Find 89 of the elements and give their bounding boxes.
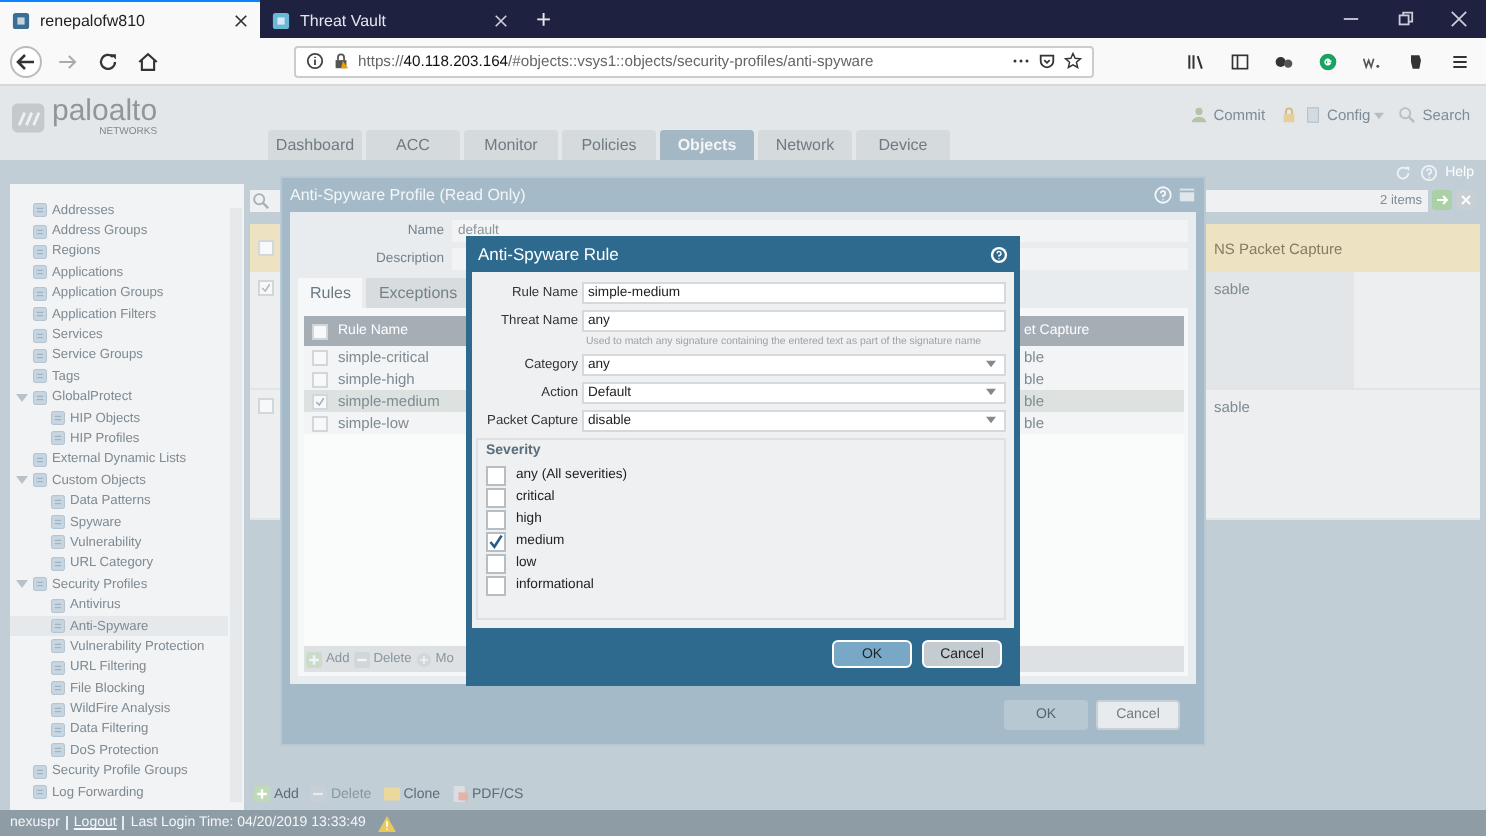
nav-tab[interactable]: Network	[758, 130, 852, 160]
scrollbar[interactable]	[230, 208, 242, 802]
page-icon	[32, 368, 48, 385]
page-icon	[50, 721, 66, 738]
page-icon	[32, 243, 48, 260]
page-icon	[50, 680, 66, 697]
lock-icon[interactable]	[332, 52, 350, 70]
page-icon	[50, 597, 66, 614]
search-icon	[1398, 106, 1417, 124]
logo-icon	[12, 99, 48, 135]
expand-arrow-icon[interactable]	[16, 578, 28, 591]
help-icon[interactable]	[990, 245, 1008, 263]
nav-tab[interactable]: Objects	[660, 130, 754, 160]
clear-icon[interactable]	[1456, 190, 1476, 210]
back-icon[interactable]	[10, 45, 42, 77]
page-icon	[32, 389, 48, 406]
tool-icon	[254, 786, 270, 802]
page-icon	[50, 701, 66, 718]
help-icon	[1419, 163, 1438, 181]
page-icon	[50, 638, 66, 655]
tool-icon	[383, 786, 400, 802]
warning-icon[interactable]	[377, 815, 396, 831]
page-icon	[50, 742, 66, 759]
nav-tab[interactable]: Device	[856, 130, 950, 160]
person-icon	[1189, 106, 1208, 124]
caret-icon	[1374, 111, 1385, 119]
browser-tab[interactable]: Threat Vault	[260, 0, 520, 38]
checkbox[interactable]	[486, 553, 506, 573]
search-icon	[252, 192, 270, 210]
page-icon	[32, 576, 48, 593]
maximize-icon[interactable]	[1178, 186, 1196, 204]
page-icon	[32, 327, 48, 344]
dialog-title: Anti-Spyware Profile (Read Only)	[290, 186, 526, 204]
checkbox[interactable]	[486, 531, 506, 551]
page-icon	[32, 451, 48, 468]
caret-icon	[986, 416, 996, 424]
pocket-icon[interactable]	[1038, 52, 1056, 70]
tool-icon	[415, 651, 432, 667]
extension-icon[interactable]	[1406, 51, 1426, 71]
tool-icon	[353, 651, 370, 667]
page-icon	[32, 285, 48, 302]
page-icon	[32, 784, 48, 801]
checkbox[interactable]	[258, 280, 274, 296]
tool-icon	[452, 786, 468, 802]
page-icon	[32, 306, 48, 323]
page-icon	[32, 223, 48, 240]
dialog-tab[interactable]: Rules	[298, 278, 363, 308]
nav-tab[interactable]: Dashboard	[268, 130, 362, 160]
page-icon	[50, 430, 66, 447]
page-icon	[50, 659, 66, 676]
info-icon[interactable]	[306, 52, 324, 70]
expand-arrow-icon[interactable]	[16, 391, 28, 404]
document-icon	[1303, 106, 1322, 124]
expand-arrow-icon[interactable]	[16, 474, 28, 487]
page-icon	[32, 347, 48, 364]
checkbox[interactable]	[312, 393, 328, 409]
browser-tab[interactable]: renepalofw810	[0, 0, 260, 38]
close-icon[interactable]	[234, 13, 248, 27]
checkbox[interactable]	[486, 487, 506, 507]
go-icon[interactable]	[1432, 190, 1452, 210]
dialog-title: Anti-Spyware Rule	[478, 244, 619, 264]
nav-tab[interactable]: Policies	[562, 130, 656, 160]
page-icon	[32, 763, 48, 780]
refresh-icon[interactable]	[1393, 163, 1412, 181]
home-icon[interactable]	[134, 47, 162, 75]
nav-tab[interactable]: Monitor	[464, 130, 558, 160]
page-icon	[32, 264, 48, 281]
checkbox[interactable]	[486, 509, 506, 529]
menu-icon[interactable]	[1450, 51, 1470, 71]
page-icon	[32, 472, 48, 489]
star-icon[interactable]	[1064, 52, 1082, 70]
logo-text: paloalto	[52, 96, 158, 126]
checkbox[interactable]	[486, 575, 506, 595]
page-icon	[50, 514, 66, 531]
restore-icon[interactable]	[1396, 10, 1414, 28]
checkbox[interactable]	[486, 465, 506, 485]
tool-icon	[306, 651, 322, 667]
page-icon	[50, 618, 66, 634]
nav-tab[interactable]: ACC	[366, 130, 460, 160]
extension-icon[interactable]	[1274, 51, 1294, 71]
page-icon	[50, 555, 66, 572]
sidebar-icon[interactable]	[1230, 51, 1250, 71]
dialog-tab[interactable]: Exceptions	[366, 278, 470, 308]
page-icon	[32, 202, 48, 219]
page-icon	[50, 534, 66, 551]
library-icon[interactable]	[1186, 51, 1206, 71]
new-tab-button[interactable]: +	[520, 0, 568, 38]
page-icon	[50, 410, 66, 427]
page-icon	[50, 493, 66, 510]
